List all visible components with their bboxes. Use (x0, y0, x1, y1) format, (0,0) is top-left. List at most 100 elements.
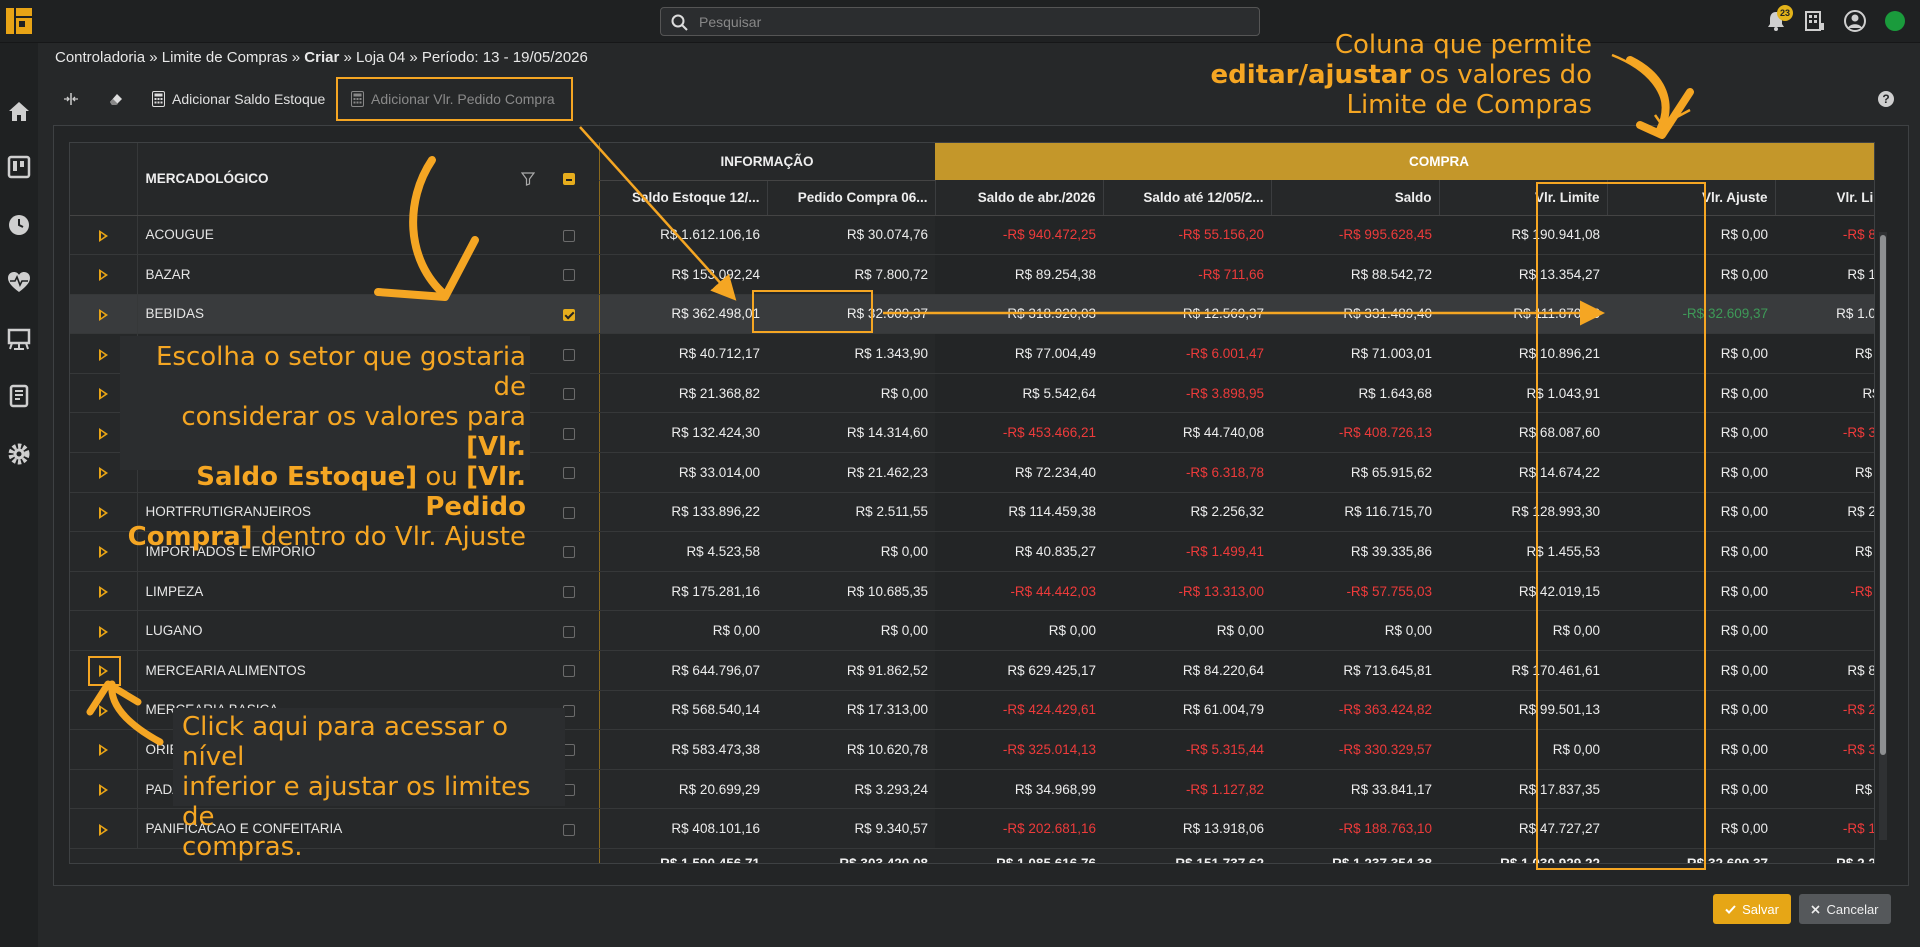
info-group-header: INFORMAÇÃO (599, 143, 935, 181)
col-adjust[interactable]: Vlr. Ajuste (1607, 180, 1776, 216)
adjust-value-cell[interactable]: R$ 0,00 (1607, 333, 1775, 374)
adjust-value-cell[interactable]: R$ 0,00 (1607, 808, 1775, 849)
clear-button[interactable] (108, 84, 124, 114)
value-cell: R$ 629.425,17 (935, 650, 1103, 691)
adjust-value-cell[interactable]: R$ 0,00 (1607, 531, 1775, 572)
kanban-icon[interactable] (6, 154, 32, 180)
presentation-icon[interactable] (6, 326, 32, 352)
adjust-value-cell[interactable]: R$ 0,00 (1607, 690, 1775, 731)
expand-button[interactable] (70, 571, 138, 612)
adjust-value-cell[interactable]: R$ 0,00 (1607, 650, 1775, 691)
row-checkbox[interactable] (562, 269, 575, 282)
row-checkbox[interactable] (562, 467, 575, 480)
expand-button[interactable] (70, 690, 138, 731)
expand-button[interactable] (70, 769, 138, 810)
category-name: ACOUGUE (137, 215, 402, 256)
row-select-cell[interactable] (402, 294, 600, 335)
heartbeat-icon[interactable] (6, 269, 32, 295)
value-cell: R$ 30.074,76 (767, 215, 935, 256)
expand-button[interactable] (70, 254, 138, 295)
table-row[interactable]: LUGANO R$ 0,00 R$ 0,00 R$ 0,00 R$ 0,00 R$ 0,0… (70, 610, 1874, 652)
row-select-cell[interactable] (402, 215, 600, 256)
select-all-checkbox[interactable] (562, 173, 575, 186)
help-icon[interactable]: ? (1877, 90, 1895, 108)
value-cell: -R$ 1.499,41 (1103, 531, 1271, 572)
row-checkbox[interactable] (562, 823, 575, 836)
value-cell: R$ 89.254,38 (935, 254, 1103, 295)
category-name: MERCEARIA ALIMENTOS (137, 650, 402, 691)
breadcrumb-path[interactable]: Controladoria » Limite de Compras » (55, 49, 304, 66)
adjust-value-cell[interactable]: R$ 0,00 (1607, 215, 1775, 256)
filter-icon[interactable] (520, 172, 535, 187)
row-select-cell[interactable] (402, 254, 600, 295)
adjust-value-cell[interactable]: R$ 0,00 (1607, 610, 1775, 652)
row-checkbox[interactable] (562, 229, 575, 242)
building-icon[interactable] (1802, 9, 1826, 33)
gear-icon[interactable] (6, 441, 32, 467)
save-button[interactable]: Salvar (1713, 894, 1791, 924)
row-select-cell[interactable] (402, 650, 600, 691)
row-checkbox[interactable] (562, 665, 575, 678)
add-stock-balance-button[interactable]: Adicionar Saldo Estoque (152, 84, 325, 114)
row-checkbox[interactable] (562, 308, 575, 321)
row-checkbox[interactable] (562, 388, 575, 401)
row-checkbox[interactable] (562, 506, 575, 519)
add-purchase-order-label: Adicionar Vlr. Pedido Compra (371, 91, 555, 107)
value-cell: R$ 0,00 (599, 610, 767, 652)
search-input[interactable] (699, 11, 1239, 33)
row-select-cell[interactable] (402, 610, 600, 652)
expand-button[interactable] (70, 294, 138, 335)
category-column-header[interactable]: MERCADOLÓGICO (137, 143, 402, 216)
expand-button[interactable] (70, 610, 138, 652)
home-icon[interactable] (6, 98, 32, 124)
expand-button[interactable] (70, 215, 138, 256)
table-row[interactable]: MERCEARIA ALIMENTOS R$ 644.796,07 R$ 91.86… (70, 650, 1874, 691)
adjust-value-cell[interactable]: R$ 0,00 (1607, 452, 1775, 493)
app-logo-icon[interactable] (6, 8, 32, 34)
col-stock-balance[interactable]: Saldo Estoque 12/... (599, 180, 768, 216)
cancel-button[interactable]: Cancelar (1799, 894, 1891, 924)
row-checkbox[interactable] (562, 427, 575, 440)
col-balance[interactable]: Saldo (1271, 180, 1440, 216)
collapse-columns-button[interactable] (63, 84, 79, 114)
row-select-cell[interactable] (402, 571, 600, 612)
col-balance-until[interactable]: Saldo até 12/05/2... (1103, 180, 1272, 216)
value-cell: R$ 17.313,00 (767, 690, 935, 731)
book-icon[interactable] (6, 383, 32, 409)
scrollbar-thumb[interactable] (1880, 235, 1886, 755)
grid-group-header: MERCADOLÓGICO INFORMAÇÃO COMPRA (70, 143, 1874, 216)
adjust-value-cell[interactable]: R$ 0,00 (1607, 729, 1775, 770)
table-row[interactable]: BEBIDAS R$ 362.498,01 R$ 32.609,37 R$ 318.9… (70, 294, 1874, 335)
annotation-line: Escolha o setor que gostaria de (155, 342, 526, 402)
col-purchase-order[interactable]: Pedido Compra 06... (767, 180, 936, 216)
expand-button[interactable] (70, 729, 138, 770)
col-balance-april[interactable]: Saldo de abr./2026 (935, 180, 1104, 216)
table-row[interactable]: ACOUGUE R$ 1.612.106,16 R$ 30.074,76 -R$ 94… (70, 215, 1874, 256)
adjust-value-cell[interactable]: R$ 0,00 (1607, 254, 1775, 295)
row-checkbox[interactable] (562, 625, 575, 638)
clock-icon[interactable] (6, 212, 32, 238)
col-limit[interactable]: Vlr. Limite (1439, 180, 1608, 216)
value-cell: R$ 713.645,81 (1271, 650, 1439, 691)
adjust-value-cell[interactable]: R$ 0,00 (1607, 571, 1775, 612)
adjust-value-cell[interactable]: R$ 0,00 (1607, 769, 1775, 810)
annotation-select-sector: Escolha o setor que gostaria de consider… (122, 342, 526, 552)
expand-button[interactable] (70, 808, 138, 849)
col-ideal-limit[interactable]: Vlr. Limite Ideal (1775, 180, 1874, 216)
expand-button[interactable] (70, 650, 138, 691)
adjust-value-cell[interactable]: R$ 0,00 (1607, 373, 1775, 414)
user-icon[interactable] (1843, 9, 1867, 33)
table-row[interactable]: BAZAR R$ 153.092,24 R$ 7.800,72 R$ 89.254,3… (70, 254, 1874, 295)
adjust-value-cell[interactable]: R$ 0,00 (1607, 492, 1775, 533)
table-row[interactable]: LIMPEZA R$ 175.281,16 R$ 10.685,35 -R$ 44.4… (70, 571, 1874, 612)
search-box[interactable] (660, 7, 1260, 36)
value-cell: R$ 1.343,90 (767, 333, 935, 374)
row-checkbox[interactable] (562, 546, 575, 559)
row-checkbox[interactable] (562, 586, 575, 599)
add-purchase-order-button[interactable]: Adicionar Vlr. Pedido Compra (351, 84, 555, 114)
adjust-value-cell[interactable]: R$ 0,00 (1607, 412, 1775, 454)
row-checkbox[interactable] (562, 348, 575, 361)
annotation-line: Compra] dentro do Vlr. Ajuste (127, 522, 526, 552)
adjust-value-cell[interactable]: -R$ 32.609,37 (1607, 294, 1775, 335)
value-cell: R$ 40.712,17 (599, 333, 767, 374)
